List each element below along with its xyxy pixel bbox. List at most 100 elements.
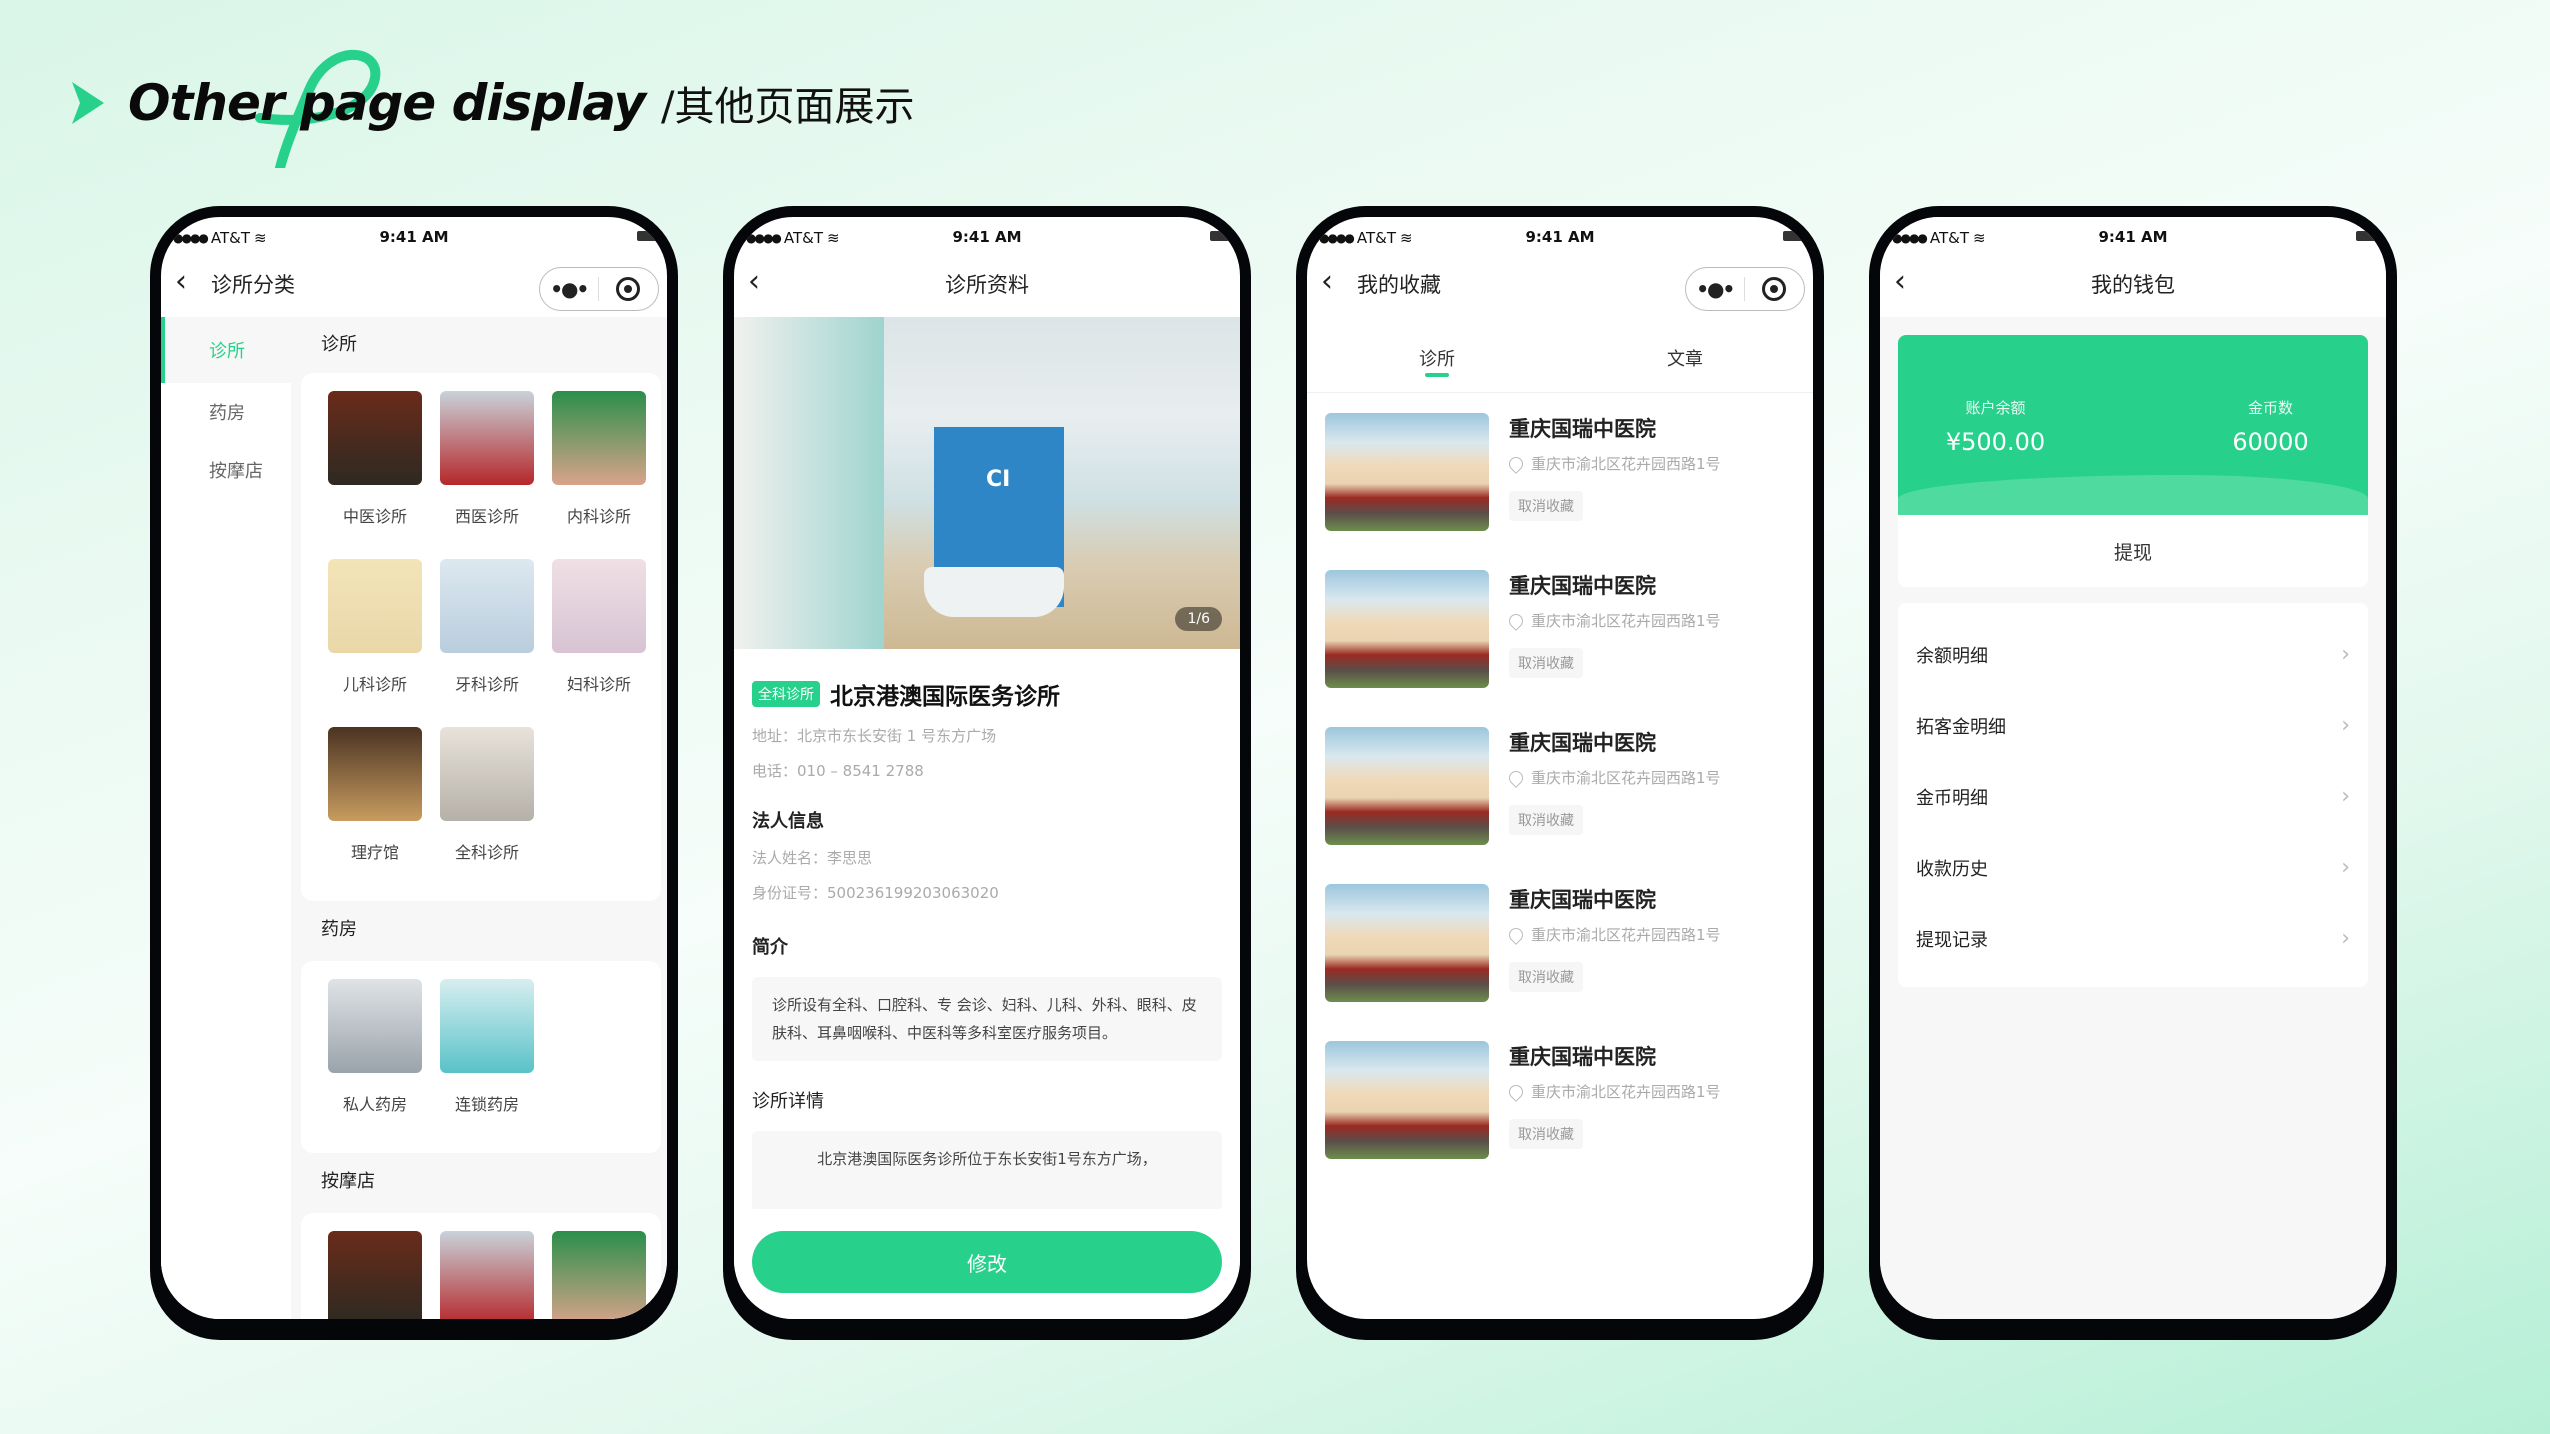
- category-content: 诊所 中医诊所 西医诊所 内科诊所 儿科诊所 牙科诊所 妇科诊所 理疗馆 全科诊所 药房 私人药房连…: [291, 317, 667, 1319]
- chevron-right-icon: ›: [2341, 855, 2350, 880]
- favorite-item[interactable]: 重庆国瑞中医院 重庆市渝北区花卉园西路1号 取消收藏: [1307, 864, 1813, 1021]
- category-label: 儿科诊所: [342, 675, 407, 694]
- clinic-address: 地址：北京市东长安街 1 号东方广场: [752, 727, 997, 745]
- category-item[interactable]: 私人药房: [319, 979, 431, 1147]
- battery-icon: [2356, 231, 2386, 241]
- unfavorite-button[interactable]: 取消收藏: [1509, 1119, 1583, 1149]
- favorite-item[interactable]: 重庆国瑞中医院 重庆市渝北区花卉园西路1号 取消收藏: [1307, 393, 1813, 550]
- header-title-cn: /其他页面展示: [661, 84, 915, 130]
- legal-name: 法人姓名：李思思: [752, 849, 873, 867]
- location-pin-icon: [1506, 610, 1526, 631]
- close-miniapp-icon[interactable]: [599, 277, 659, 301]
- capsule-menu: •●•: [1685, 267, 1805, 311]
- nav-bar: ‹ 诊所分类 •●•: [161, 255, 667, 311]
- nav-bar: ‹ 我的钱包: [1880, 255, 2386, 311]
- legal-id: 身份证号：500236199203063020: [752, 884, 999, 902]
- back-icon[interactable]: ‹: [1321, 267, 1351, 297]
- category-item[interactable]: 连锁药房: [431, 979, 543, 1147]
- wallet-menu-item[interactable]: 金币明细 ›: [1898, 761, 2368, 832]
- category-item[interactable]: 理疗馆: [319, 727, 431, 895]
- balance-label: 账户余额: [1965, 399, 2026, 417]
- sidebar-item-pharmacy[interactable]: 药房: [161, 383, 291, 441]
- hospital-address: 重庆市渝北区花卉园西路1号: [1506, 924, 1721, 945]
- category-item[interactable]: 牙科诊所: [431, 559, 543, 727]
- wallet-menu-item[interactable]: 提现记录 ›: [1898, 903, 2368, 974]
- page-title: 诊所分类: [211, 273, 295, 297]
- clinic-phone: 电话：010 – 8541 2788: [752, 762, 924, 780]
- category-label: 牙科诊所: [454, 675, 519, 694]
- hospital-photo: [1325, 570, 1489, 688]
- unfavorite-button[interactable]: 取消收藏: [1509, 491, 1583, 521]
- tab-article[interactable]: 文章: [1667, 345, 1703, 371]
- address-text: 重庆市渝北区花卉园西路1号: [1531, 926, 1721, 944]
- category-thumbnail: [440, 727, 534, 821]
- unfavorite-button[interactable]: 取消收藏: [1509, 805, 1583, 835]
- category-thumbnail: [440, 391, 534, 485]
- category-thumbnail: [552, 1231, 646, 1319]
- address-text: 重庆市渝北区花卉园西路1号: [1531, 612, 1721, 630]
- detail-heading: 诊所详情: [752, 1091, 824, 1112]
- hospital-address: 重庆市渝北区花卉园西路1号: [1506, 767, 1721, 788]
- capsule-menu: •●•: [539, 267, 659, 311]
- nav-bar: ‹ 诊所资料: [734, 255, 1240, 311]
- wallet-menu-item[interactable]: 余额明细 ›: [1898, 619, 2368, 690]
- favorite-item[interactable]: 重庆国瑞中医院 重庆市渝北区花卉园西路1号 取消收藏: [1307, 1021, 1813, 1178]
- category-thumbnail: [328, 559, 422, 653]
- category-item[interactable]: 内科诊所: [543, 391, 655, 559]
- category-item[interactable]: 中医诊所: [319, 1231, 431, 1319]
- more-icon[interactable]: •●•: [540, 277, 598, 301]
- address-text: 重庆市渝北区花卉园西路1号: [1531, 1083, 1721, 1101]
- page-header: Other page display /其他页面展示: [70, 49, 915, 168]
- status-bar: ●●●● AT&T ≋ 9:41 AM: [161, 217, 667, 255]
- page-title: 我的收藏: [1357, 273, 1441, 297]
- unfavorite-button[interactable]: 取消收藏: [1509, 962, 1583, 992]
- withdraw-button[interactable]: 提现: [1898, 515, 2368, 587]
- category-item[interactable]: 西医诊所: [431, 391, 543, 559]
- category-item[interactable]: 中医诊所: [319, 391, 431, 559]
- favorite-item[interactable]: 重庆国瑞中医院重庆市渝北区花卉园西路1号取消收藏: [1307, 707, 1813, 864]
- category-item[interactable]: 儿科诊所: [319, 559, 431, 727]
- location-pin-icon: [1506, 453, 1526, 474]
- sidebar-item-clinic[interactable]: 诊所: [161, 317, 291, 383]
- category-item[interactable]: 西医诊所: [431, 1231, 543, 1319]
- menu-item-label: 提现记录: [1916, 929, 1988, 951]
- status-bar: ●●●● AT&T ≋ 9:41 AM: [1880, 217, 2386, 255]
- arrow-icon: [72, 82, 104, 124]
- unfavorite-button[interactable]: 取消收藏: [1509, 648, 1583, 678]
- category-item[interactable]: 妇科诊所: [543, 559, 655, 727]
- hospital-photo: [1325, 727, 1489, 845]
- category-label: 连锁药房: [454, 1095, 519, 1114]
- wallet-menu-item[interactable]: 收款历史 ›: [1898, 832, 2368, 903]
- page-title: 诊所资料: [945, 273, 1029, 297]
- image-counter: 1/6: [1175, 607, 1222, 631]
- wallet-menu-item[interactable]: 拓客金明细 ›: [1898, 690, 2368, 761]
- category-card: 中医诊所 西医诊所 内科诊所儿科诊所 牙科诊所 妇科诊所 理疗馆 全科诊所: [301, 373, 661, 901]
- category-item[interactable]: 内科诊所: [543, 1231, 655, 1319]
- chevron-right-icon: ›: [2341, 713, 2350, 738]
- clinic-photo-carousel[interactable]: CI 1/6: [734, 317, 1240, 649]
- edit-button[interactable]: 修改: [752, 1231, 1222, 1293]
- category-item[interactable]: 全科诊所: [431, 727, 543, 895]
- hospital-name: 重庆国瑞中医院: [1509, 731, 1656, 755]
- sidebar-item-massage[interactable]: 按摩店: [161, 441, 291, 499]
- location-pin-icon: [1506, 767, 1526, 788]
- category-thumbnail: [552, 391, 646, 485]
- coins-value: 60000: [2232, 428, 2309, 456]
- balance-card: 账户余额 ¥500.00 金币数 60000: [1898, 335, 2368, 515]
- phone-clinic-profile: ●●●● AT&T ≋ 9:41 AM ‹ 诊所资料 CI 1/6 全科诊所 北京港…: [723, 206, 1251, 1330]
- hospital-name: 重庆国瑞中医院: [1509, 574, 1656, 598]
- menu-item-label: 收款历史: [1916, 858, 1988, 880]
- category-thumbnail: [328, 727, 422, 821]
- address-text: 重庆市渝北区花卉园西路1号: [1531, 455, 1721, 473]
- close-miniapp-icon[interactable]: [1745, 277, 1805, 301]
- tab-clinic[interactable]: 诊所: [1419, 345, 1455, 371]
- wallet-menu: 余额明细 › 拓客金明细 › 金币明细 › 收款历史 › 提现记录 ›: [1898, 603, 2368, 987]
- favorite-item[interactable]: 重庆国瑞中医院重庆市渝北区花卉园西路1号取消收藏: [1307, 550, 1813, 707]
- more-icon[interactable]: •●•: [1686, 277, 1744, 301]
- category-label: 内科诊所: [566, 507, 631, 526]
- address-text: 重庆市渝北区花卉园西路1号: [1531, 769, 1721, 787]
- back-icon[interactable]: ‹: [175, 267, 205, 297]
- clinic-name: 北京港澳国际医务诊所: [830, 684, 1060, 710]
- coins-label: 金币数: [2247, 399, 2293, 417]
- category-sidebar: 诊所 药房 按摩店: [161, 317, 291, 1319]
